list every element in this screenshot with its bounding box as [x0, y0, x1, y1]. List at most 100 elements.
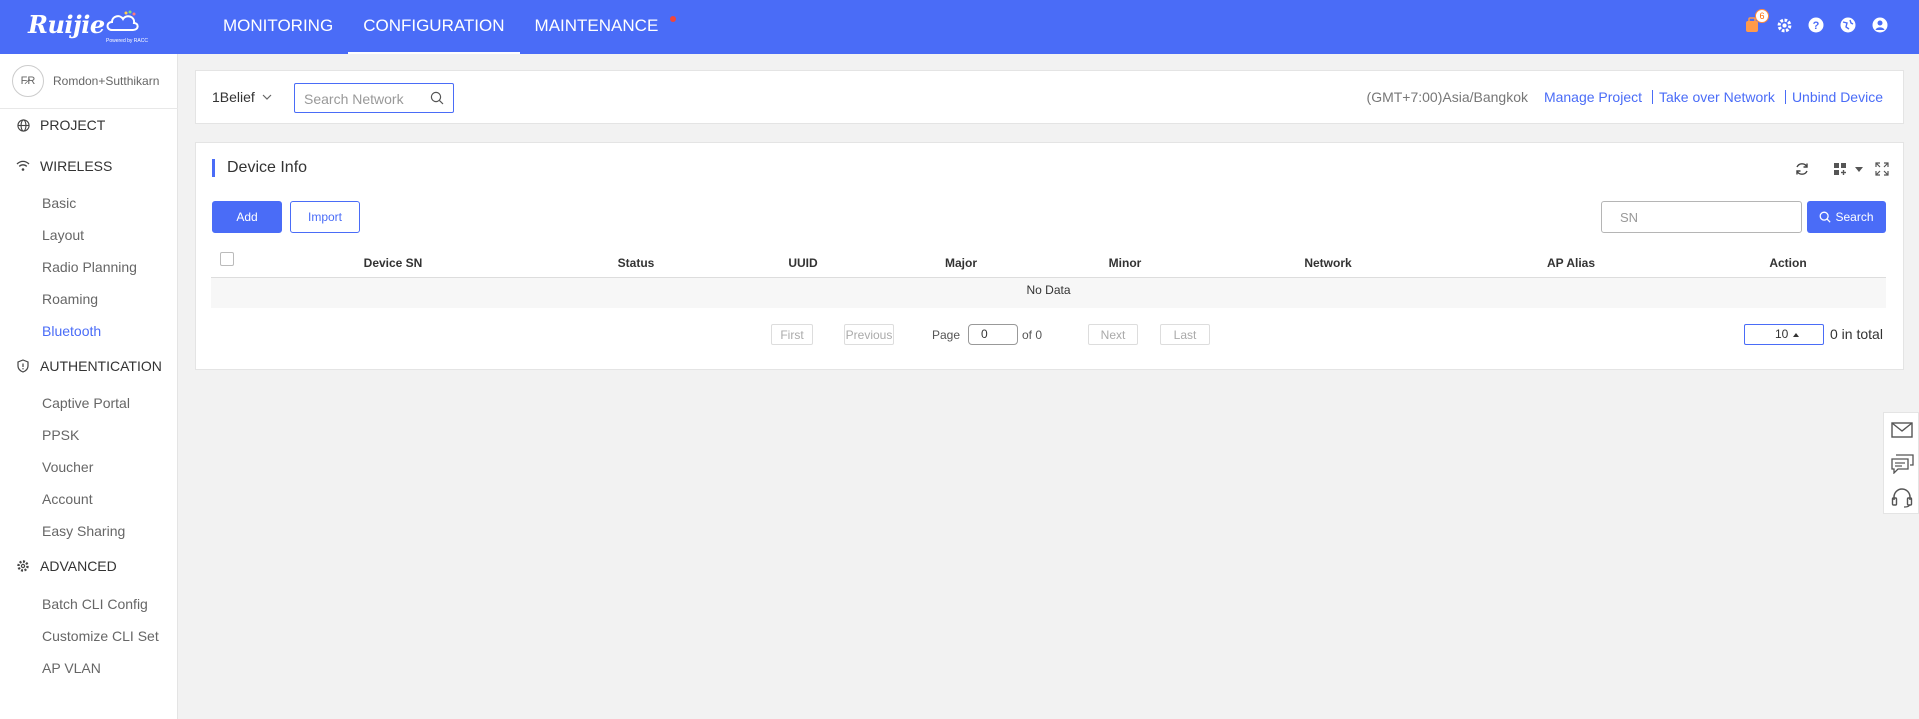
column-header-action: Action [1769, 256, 1807, 270]
shield-icon [16, 359, 30, 373]
sidebar-section-advanced[interactable]: ADVANCED [16, 558, 117, 574]
bell-icon[interactable]: 6 [1743, 9, 1769, 34]
sn-search-input[interactable]: SN [1601, 201, 1802, 233]
sidebar-item-layout[interactable]: Layout [42, 227, 84, 243]
logo-text: Ruijie [28, 10, 105, 39]
panel-title: Device Info [212, 159, 307, 177]
previous-page-button[interactable]: Previous [844, 324, 894, 345]
sidebar-item-roaming[interactable]: Roaming [42, 291, 98, 307]
chat-icon[interactable] [1884, 447, 1919, 481]
headset-icon[interactable] [1884, 481, 1919, 515]
column-header-major[interactable]: Major [945, 256, 977, 270]
nav-configuration-label: CONFIGURATION [363, 16, 505, 35]
sidebar-item-easy-sharing[interactable]: Easy Sharing [42, 523, 125, 539]
nav-configuration[interactable]: CONFIGURATION [348, 0, 520, 54]
refresh-icon[interactable] [1794, 161, 1810, 177]
page-label: Page [932, 328, 961, 342]
column-header-status[interactable]: Status [618, 256, 655, 270]
manage-project-link[interactable]: Manage Project [1544, 89, 1642, 105]
sidebar-section-wireless[interactable]: WIRELESS [16, 158, 112, 174]
sidebar-section-label: PROJECT [40, 117, 106, 133]
globe-icon[interactable] [1839, 16, 1857, 34]
sidebar-item-voucher[interactable]: Voucher [42, 459, 93, 475]
sidebar-section-label: ADVANCED [40, 558, 117, 574]
sidebar-item-ap-vlan[interactable]: AP VLAN [42, 660, 101, 676]
chevron-down-icon [262, 94, 272, 100]
device-table-header: Device SN Status UUID Major Minor Networ… [211, 243, 1886, 278]
page-size-value: 10 [1775, 327, 1789, 341]
column-settings-icon[interactable] [1833, 162, 1849, 176]
sidebar-item-account[interactable]: Account [42, 491, 93, 507]
next-page-button[interactable]: Next [1088, 324, 1138, 345]
page-number-input[interactable]: 0 [968, 324, 1018, 345]
top-icon-group: 6 ? [1743, 9, 1889, 34]
timezone-label: (GMT+7:00)Asia/Bangkok [1366, 89, 1528, 105]
search-icon[interactable] [430, 91, 444, 105]
network-search-input[interactable]: Search Network [294, 83, 454, 113]
sidebar-item-customize-cli-set[interactable]: Customize CLI Set [42, 628, 159, 644]
sidebar-item-batch-cli-config[interactable]: Batch CLI Config [42, 596, 148, 612]
top-navigation-bar: Ruijie Powered by RACC MONITORING CONFIG… [0, 0, 1919, 54]
caret-up-icon [1793, 333, 1799, 337]
ruijie-logo[interactable]: Ruijie Powered by RACC [28, 6, 158, 48]
page-size-select[interactable]: 10 [1744, 324, 1824, 345]
cloud-logo-icon [106, 10, 139, 31]
sidebar-item-radio-planning[interactable]: Radio Planning [42, 259, 137, 275]
sidebar-item-ppsk[interactable]: PPSK [42, 427, 79, 443]
avatar: F̷R [12, 65, 44, 97]
page-count-label: of 0 [1022, 328, 1043, 342]
total-count: 0 in total [1830, 326, 1883, 342]
last-page-button[interactable]: Last [1160, 324, 1210, 345]
notification-badge: 6 [1755, 9, 1769, 23]
nav-monitoring[interactable]: MONITORING [208, 0, 348, 54]
logo-powered-text: Powered by RACC [106, 38, 148, 44]
fullscreen-icon[interactable] [1875, 162, 1889, 176]
nav-maintenance-label: MAINTENANCE [534, 16, 659, 35]
mail-icon[interactable] [1884, 413, 1919, 447]
nav-monitoring-label: MONITORING [223, 16, 334, 35]
sidebar-divider [0, 108, 178, 109]
pagination: First Previous Page 0 of 0 Next Last 10 … [196, 323, 1905, 345]
project-select-value: 1Belief [212, 89, 255, 105]
sn-search-placeholder: SN [1620, 210, 1639, 225]
select-all-checkbox[interactable] [220, 252, 234, 266]
column-header-network[interactable]: Network [1304, 256, 1351, 270]
sidebar-section-project[interactable]: PROJECT [16, 117, 105, 133]
wifi-icon [16, 159, 30, 173]
network-filter-bar: 1Belief Search Network (GMT+7:00)Asia/Ba… [195, 70, 1904, 124]
column-header-device-sn[interactable]: Device SN [364, 256, 423, 270]
search-button-label: Search [1835, 210, 1874, 224]
column-header-minor[interactable]: Minor [1109, 256, 1142, 270]
project-links: Manage Project Take over Network Unbind … [1544, 89, 1883, 105]
first-page-button[interactable]: First [771, 324, 813, 345]
user-name: Romdon+Sutthikarn [53, 74, 160, 88]
device-info-panel: Device Info Add Import SN Search Device … [195, 142, 1904, 370]
sidebar-item-bluetooth[interactable]: Bluetooth [42, 323, 101, 339]
gear-icon[interactable] [1775, 16, 1793, 34]
link-separator [1652, 90, 1653, 104]
svg-text:?: ? [1813, 20, 1820, 32]
caret-down-icon[interactable] [1855, 166, 1863, 172]
nav-maintenance[interactable]: MAINTENANCE [520, 0, 685, 54]
column-header-ap-alias[interactable]: AP Alias [1547, 256, 1595, 270]
unbind-device-link[interactable]: Unbind Device [1792, 89, 1883, 105]
take-over-network-link[interactable]: Take over Network [1659, 89, 1775, 105]
sidebar-section-authentication[interactable]: AUTHENTICATION [16, 358, 162, 374]
sidebar: F̷R Romdon+Sutthikarn PROJECT WIRELESS B… [0, 54, 178, 719]
main-nav: MONITORING CONFIGURATION MAINTENANCE [208, 0, 684, 54]
sidebar-item-basic[interactable]: Basic [42, 195, 76, 211]
add-button[interactable]: Add [212, 201, 282, 233]
network-search-placeholder: Search Network [304, 91, 404, 107]
search-icon [1820, 211, 1832, 223]
import-button[interactable]: Import [290, 201, 360, 233]
sidebar-section-label: WIRELESS [40, 158, 113, 174]
column-header-uuid[interactable]: UUID [788, 256, 817, 270]
sidebar-item-captive-portal[interactable]: Captive Portal [42, 395, 130, 411]
project-select[interactable]: 1Belief [212, 89, 272, 105]
user-icon[interactable] [1871, 16, 1889, 34]
search-button[interactable]: Search [1807, 201, 1886, 233]
help-icon[interactable]: ? [1807, 16, 1825, 34]
floating-contact-bar [1883, 412, 1919, 514]
maintenance-alert-dot [670, 16, 677, 22]
user-profile[interactable]: F̷R Romdon+Sutthikarn [12, 65, 159, 97]
